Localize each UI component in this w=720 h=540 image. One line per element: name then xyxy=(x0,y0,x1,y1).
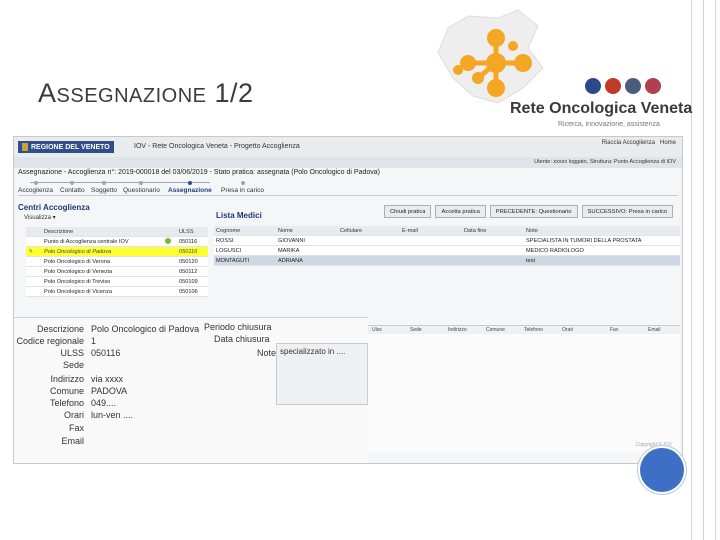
badge-icon xyxy=(625,78,641,94)
logo-tagline: Ricerca, innovazione, assistenza xyxy=(558,121,660,128)
codice-label: Codice regionale xyxy=(16,336,84,346)
col-email[interactable]: E-mail xyxy=(400,226,462,236)
riaccia-link[interactable]: Riaccia Accoglienza xyxy=(602,140,655,146)
accetta-pratica-button[interactable]: Accetta pratica xyxy=(435,205,486,218)
step-assegnazione[interactable]: Assegnazione xyxy=(168,181,212,194)
wizard-steps: Accoglienza Contatto Soggetto Questionar… xyxy=(18,181,678,196)
col-nome[interactable]: Nome xyxy=(276,226,338,236)
institution-badges xyxy=(585,78,661,94)
badge-icon xyxy=(645,78,661,94)
table-row[interactable]: Polo Oncologico di Verona 050120 xyxy=(26,256,208,267)
view-menu[interactable]: Visualizza ▾ xyxy=(24,214,56,221)
ulss-value: 050116 xyxy=(91,348,121,358)
table-row[interactable]: Polo Oncologico di Venezia 050112 xyxy=(26,266,208,277)
codice-value: 1 xyxy=(91,336,97,346)
logo-name: Rete Oncologica Veneta xyxy=(510,100,693,117)
table-row[interactable]: MONTAGUTI ADRIANA test xyxy=(214,255,680,266)
slide-border-line xyxy=(691,0,692,540)
col-cellulare[interactable]: Cellulare xyxy=(338,226,400,236)
col-ulss[interactable]: ULSS xyxy=(177,227,208,237)
pencil-icon: ✎ xyxy=(28,248,33,255)
note-label: Note xyxy=(257,348,277,358)
app-title: IOV - Rete Oncologica Veneta - Progetto … xyxy=(134,143,300,150)
col-data-fine[interactable]: Data fine xyxy=(462,226,524,236)
email-label: Email xyxy=(61,436,84,446)
sede-label: Sede xyxy=(62,360,84,370)
data-chiusura-label: Data chiusura xyxy=(214,334,270,344)
regione-veneto-logo: REGIONE DEL VENETO xyxy=(18,141,114,153)
chiudi-pratica-button[interactable]: Chiudi pratica xyxy=(384,205,432,218)
descrizione-label: Descrizione xyxy=(36,324,84,334)
sedi-table-body: Copyright © IOV xyxy=(368,334,680,452)
step-soggetto[interactable]: Soggetto xyxy=(91,181,117,194)
table-row[interactable]: Polo Oncologico di Treviso 050109 xyxy=(26,276,208,287)
practice-header: Assegnazione - Accoglienza n°: 2019-0000… xyxy=(18,169,380,176)
descrizione-value: Polo Oncologico di Padova xyxy=(91,324,200,334)
telefono-label: Telefono xyxy=(49,398,84,408)
badge-icon xyxy=(585,78,601,94)
slide-title: ASSEGNAZIONE 1/2 xyxy=(38,78,254,108)
steps-line xyxy=(30,182,210,183)
home-link[interactable]: Home xyxy=(660,140,676,146)
slide-border-line xyxy=(715,0,716,540)
periodo-chiusura-label: Periodo chiusura xyxy=(204,322,272,332)
step-contatto[interactable]: Contatto xyxy=(60,181,85,194)
user-links: Riaccia Accoglienza Home xyxy=(602,140,676,146)
medici-table: Cognome Nome Cellulare E-mail Data fine … xyxy=(214,226,680,266)
note-field[interactable]: specializzato in .... xyxy=(276,343,368,405)
table-row[interactable]: ✎ Polo Oncologico di Padova 050116 xyxy=(26,246,208,257)
next-button[interactable]: SUCCESSIVO: Presa in carico xyxy=(581,205,674,218)
app-window: REGIONE DEL VENETO IOV - Rete Oncologica… xyxy=(13,136,683,464)
table-row[interactable]: Polo Oncologico di Vicenza 050106 xyxy=(26,286,208,297)
table-row[interactable]: ROSSI GIOVANNI SPECIALISTA IN TUMORI DELLA… xyxy=(214,235,680,246)
table-row[interactable]: Punto di Accoglienza centrale IOV 050116 xyxy=(26,236,208,247)
slide-nav-circle[interactable] xyxy=(640,448,684,492)
centri-title: Centri Accoglienza xyxy=(18,203,90,212)
indirizzo-label: Indirizzo xyxy=(50,374,84,384)
fax-label: Fax xyxy=(68,423,84,433)
ulss-label: ULSS xyxy=(60,348,84,358)
comune-value: PADOVA xyxy=(91,386,128,396)
orari-value: lun-ven .... xyxy=(91,410,134,420)
badge-icon xyxy=(605,78,621,94)
app-topbar: REGIONE DEL VENETO IOV - Rete Oncologica… xyxy=(14,137,682,158)
slide-border-line xyxy=(703,0,704,540)
lista-medici-title: Lista Medici xyxy=(216,211,262,220)
col-note[interactable]: Note xyxy=(524,226,680,236)
centro-detail-panel: Descrizione Polo Oncologico di Padova Co… xyxy=(14,317,368,463)
table-row[interactable]: LOGUSCI MARIKA MEDICO RADIOLOGO xyxy=(214,245,680,256)
user-info-bar: Utente: xxxxx loggato, Struttura: Punto … xyxy=(14,157,682,168)
comune-label: Comune xyxy=(49,386,84,396)
telefono-value: 049.... xyxy=(91,398,117,408)
check-icon xyxy=(165,238,172,245)
previous-button[interactable]: PRECEDENTE: Questionario xyxy=(489,205,578,218)
step-questionario[interactable]: Questionario xyxy=(123,181,160,194)
copyright: Copyright © IOV xyxy=(635,442,672,448)
action-buttons: Chiudi pratica Accetta pratica PRECEDENT… xyxy=(384,205,674,218)
step-presa-in-carico[interactable]: Presa in carico xyxy=(221,181,264,194)
rete-oncologica-logo: Rete Oncologica Veneta Ricerca, innovazi… xyxy=(428,8,693,133)
col-cognome[interactable]: Cognome xyxy=(214,226,276,236)
orari-label: Orari xyxy=(64,410,84,420)
col-descrizione[interactable]: Descrizione xyxy=(42,227,164,237)
step-accoglienza[interactable]: Accoglienza xyxy=(18,181,53,194)
indirizzo-value: via xxxx xyxy=(91,374,124,384)
centri-table: Descrizione ULSS Punto di Accoglienza ce… xyxy=(26,227,208,297)
